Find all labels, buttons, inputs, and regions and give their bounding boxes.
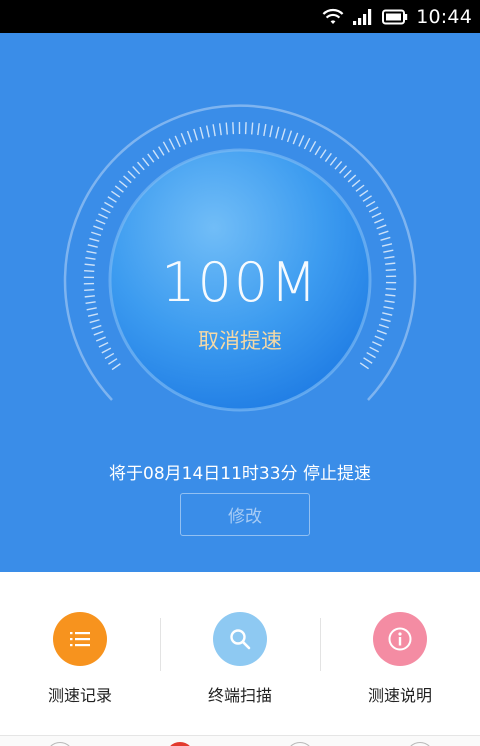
gauge-tick xyxy=(344,170,351,177)
gauge-tick xyxy=(108,197,117,202)
gauge-tick xyxy=(276,127,279,139)
speed-record-label: 测速记录 xyxy=(0,682,160,706)
cancel-speedup-button[interactable]: 取消提速 xyxy=(0,325,480,355)
gauge-tick xyxy=(175,136,180,147)
tab-icon[interactable] xyxy=(46,742,74,746)
gauge-tick xyxy=(220,123,222,135)
gauge-tick xyxy=(88,245,98,247)
gauge-tick xyxy=(299,135,304,146)
terminal-scan-button[interactable]: 终端扫描 xyxy=(160,572,320,735)
gauge-tick xyxy=(233,122,234,134)
speed-info-label: 测速说明 xyxy=(320,682,480,706)
gauge-tick xyxy=(380,237,390,240)
gauge-tick xyxy=(194,129,198,140)
gauge-tick xyxy=(360,190,368,196)
signal-icon xyxy=(352,8,374,26)
gauge-tick xyxy=(366,201,375,206)
gauge-tick xyxy=(320,150,326,159)
gauge-tick xyxy=(119,181,127,187)
gauge-tick xyxy=(188,131,192,142)
gauge-tick xyxy=(356,185,364,191)
wifi-icon xyxy=(322,8,344,26)
gauge-tick xyxy=(124,176,132,183)
gauge-tick xyxy=(352,180,360,187)
gauge-tick xyxy=(111,191,119,197)
gauge-tick xyxy=(374,219,383,223)
gauge-tick xyxy=(363,196,372,201)
gauge-tick xyxy=(207,126,210,138)
gauge-tick xyxy=(325,153,331,161)
gauge-tick xyxy=(148,154,154,162)
tab-icon[interactable] xyxy=(406,742,434,746)
status-bar: 10:44 xyxy=(0,0,480,33)
action-panel: 测速记录 终端扫描 测速说明 xyxy=(0,572,480,735)
gauge-tick xyxy=(293,133,297,144)
gauge-tick xyxy=(89,239,99,242)
gauge-tick xyxy=(88,314,98,316)
terminal-scan-label: 终端扫描 xyxy=(160,682,320,706)
gauge-tick xyxy=(377,225,387,229)
gauge-tick xyxy=(288,131,292,142)
gauge-tick xyxy=(96,220,105,224)
gauge-tick xyxy=(264,124,266,136)
gauge-tick xyxy=(108,359,117,364)
gauge-tick xyxy=(335,161,342,169)
speedup-end-notice: 将于08月14日11时33分 停止提速 xyxy=(0,459,480,484)
gauge-tick xyxy=(93,226,103,230)
modify-button[interactable]: 修改 xyxy=(180,493,310,536)
gauge-tick xyxy=(379,231,389,234)
gauge-tick xyxy=(143,158,149,166)
gauge-tick xyxy=(153,150,159,158)
tab-icon[interactable] xyxy=(286,742,314,746)
speed-record-button[interactable]: 测速记录 xyxy=(0,572,160,735)
gauge-tick xyxy=(369,207,378,212)
speed-panel: 100M 取消提速 将于08月14日11时33分 停止提速 修改 xyxy=(0,33,480,572)
gauge-tick xyxy=(348,175,356,182)
gauge-tick xyxy=(115,186,123,192)
speed-info-button[interactable]: 测速说明 xyxy=(320,572,480,735)
gauge-tick xyxy=(98,214,107,218)
bottom-tab-bar xyxy=(0,735,480,746)
search-icon xyxy=(213,612,267,666)
gauge-tick xyxy=(330,157,336,165)
gauge-tick xyxy=(90,320,100,323)
gauge-tick xyxy=(226,123,227,135)
gauge-tick xyxy=(382,244,392,246)
gauge-tick xyxy=(200,127,203,139)
gauge-tick xyxy=(360,363,368,369)
battery-icon xyxy=(382,9,408,25)
status-time: 10:44 xyxy=(416,6,472,28)
gauge-tick xyxy=(133,167,140,174)
gauge-tick xyxy=(304,138,309,149)
gauge-tick xyxy=(340,166,347,173)
gauge-tick xyxy=(128,171,135,178)
gauge-tick xyxy=(163,142,169,152)
gauge-tick xyxy=(381,319,391,322)
gauge-tick xyxy=(213,124,215,136)
gauge-tick xyxy=(91,232,101,235)
gauge-tick xyxy=(138,162,145,170)
gauge-tick xyxy=(159,147,164,156)
list-icon xyxy=(53,612,107,666)
gauge-tick xyxy=(101,208,110,213)
gauge-tick xyxy=(310,141,316,152)
speed-value: 100M xyxy=(0,251,480,314)
gauge-tick xyxy=(372,213,381,217)
gauge-tick xyxy=(270,125,272,137)
gauge-tick xyxy=(258,123,259,135)
gauge-tick xyxy=(252,123,253,135)
gauge-tick xyxy=(364,358,373,363)
gauge-tick xyxy=(104,202,113,207)
gauge-tick xyxy=(181,133,185,144)
info-icon xyxy=(373,612,427,666)
gauge-tick xyxy=(169,139,174,150)
tab-icon-active[interactable] xyxy=(166,742,194,746)
gauge-tick xyxy=(112,364,120,370)
gauge-tick xyxy=(315,146,320,155)
gauge-tick xyxy=(282,129,285,140)
